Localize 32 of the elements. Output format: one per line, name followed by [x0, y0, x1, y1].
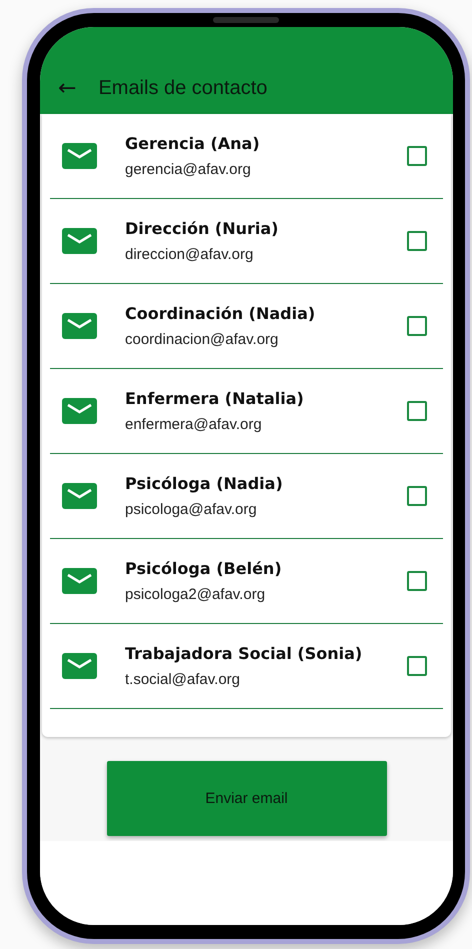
contact-name: Dirección (Nuria): [125, 219, 280, 238]
checkbox[interactable]: [407, 486, 427, 506]
envelope-icon: [62, 228, 97, 254]
envelope-icon: [62, 313, 97, 339]
back-icon[interactable]: ←: [58, 78, 76, 100]
envelope-icon: [62, 398, 97, 424]
contact-email: direccion@afav.org: [125, 246, 254, 263]
envelope-icon: [62, 568, 97, 594]
contact-name: Coordinación (Nadia): [125, 304, 316, 323]
contact-email: t.social@afav.org: [125, 671, 241, 688]
contact-email: gerencia@afav.org: [125, 161, 252, 178]
checkbox[interactable]: [407, 571, 427, 591]
contact-email: coordinacion@afav.org: [125, 331, 280, 348]
contact-name: Psicóloga (Belén): [125, 559, 283, 578]
contact-email: psicologa@afav.org: [125, 501, 258, 518]
checkbox[interactable]: [407, 146, 427, 166]
checkbox[interactable]: [407, 656, 427, 676]
send-email-button[interactable]: Enviar email: [106, 761, 386, 836]
checkbox[interactable]: [407, 316, 427, 336]
contact-email: enfermera@afav.org: [125, 416, 263, 433]
contact-email: psicologa2@afav.org: [125, 586, 266, 603]
envelope-icon: [62, 653, 97, 679]
envelope-icon: [62, 483, 97, 509]
checkbox[interactable]: [407, 231, 427, 251]
contact-name: Trabajadora Social (Sonia): [125, 644, 364, 663]
contact-name: Psicóloga (Nadia): [125, 474, 284, 493]
screen-title: Emails de contacto: [98, 77, 268, 100]
contact-name: Gerencia (Ana): [125, 134, 261, 153]
phone-speaker: [213, 17, 279, 23]
envelope-icon: [62, 143, 97, 169]
checkbox[interactable]: [407, 401, 427, 421]
contact-name: Enfermera (Natalia): [125, 389, 305, 408]
